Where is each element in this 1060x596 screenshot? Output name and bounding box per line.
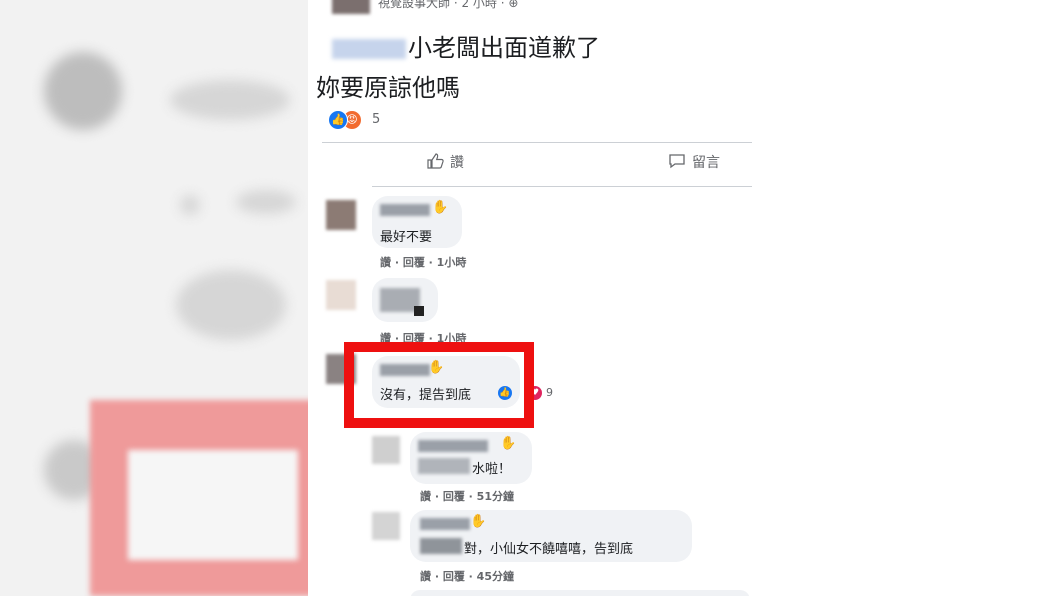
poster-avatar [332,0,370,14]
comment-meta[interactable]: 讚 · 回覆 · 1小時 [380,254,466,270]
post-text-line-1: 小老闆出面道歉了 [332,28,600,63]
reply-text: 水啦！ [472,462,512,477]
like-button[interactable]: 讚 [426,152,464,172]
facebook-post: 視覺設事大師 · 2 小時 · ⊕ 小老闆出面道歉了 妳要原諒他嗎 👍 😡 5 … [308,0,752,596]
reply-meta[interactable]: 讚 · 回覆 · 45分鐘 [420,568,514,584]
red-highlight-box [344,342,534,428]
avatar[interactable] [372,512,400,540]
reply-meta[interactable]: 讚 · 回覆 · 51分鐘 [420,488,514,504]
blurred-name [380,204,430,216]
like-reaction-icon: 👍 [328,110,348,130]
speech-bubble-icon [669,154,685,169]
avatar[interactable] [326,200,356,230]
blurred-name [418,440,488,452]
thumbs-up-icon [427,153,444,169]
avatar[interactable] [372,436,400,464]
hand-wave-icon: ✋ [432,200,449,215]
next-comment-bubble [410,590,750,596]
comment-button[interactable]: 留言 [668,152,720,172]
blurred-sticker [414,306,424,316]
comment-reaction-count: 9 [546,386,553,399]
reply-text: 對，小仙女不饒嘻嘻，告到底 [464,542,634,557]
left-blurred-background [0,0,308,596]
divider [372,186,752,187]
post-header-meta: 視覺設事大師 · 2 小時 · ⊕ [378,0,519,10]
post-text-line-2: 妳要原諒他嗎 [316,74,460,102]
blurred-name [420,518,470,530]
comment-text: 最好不要 [380,230,433,245]
reaction-count: 5 [372,112,381,127]
divider [322,142,752,143]
avatar[interactable] [326,280,356,310]
hand-wave-icon: ✋ [500,436,517,451]
blurred-text [418,458,470,474]
hand-wave-icon: ✋ [470,514,487,529]
blurred-text [420,538,462,554]
right-blank-background [752,0,1060,596]
blurred-mention [332,39,406,59]
